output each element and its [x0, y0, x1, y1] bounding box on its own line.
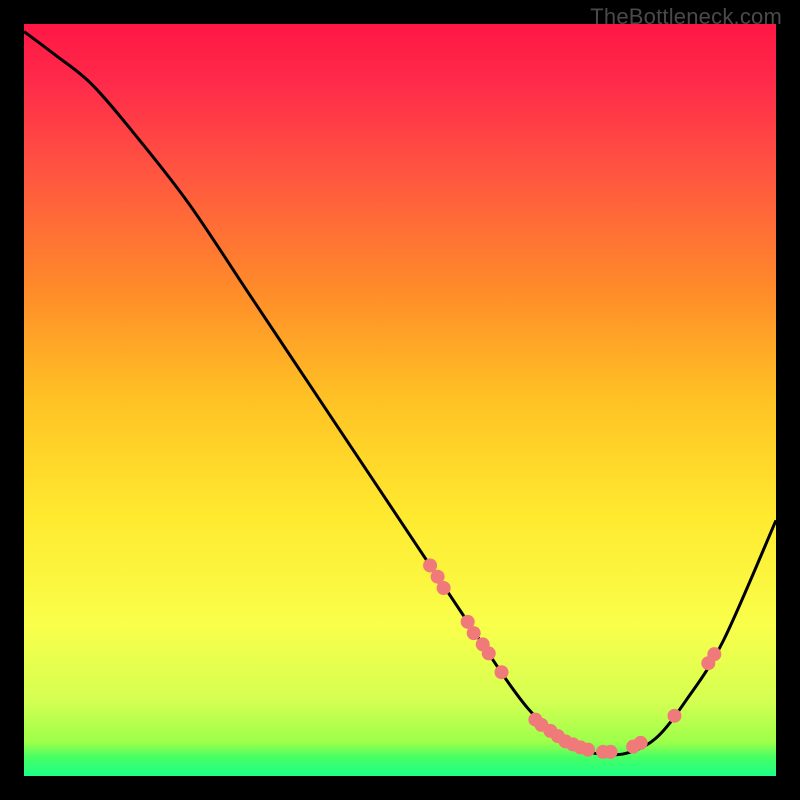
data-marker	[482, 646, 496, 660]
data-marker	[495, 665, 509, 679]
data-marker	[437, 581, 451, 595]
chart-plot-area	[24, 24, 776, 776]
data-marker	[707, 647, 721, 661]
chart-svg	[24, 24, 776, 776]
data-marker	[634, 736, 648, 750]
data-marker	[581, 743, 595, 757]
data-marker	[667, 709, 681, 723]
data-marker	[604, 745, 618, 759]
data-marker	[467, 626, 481, 640]
